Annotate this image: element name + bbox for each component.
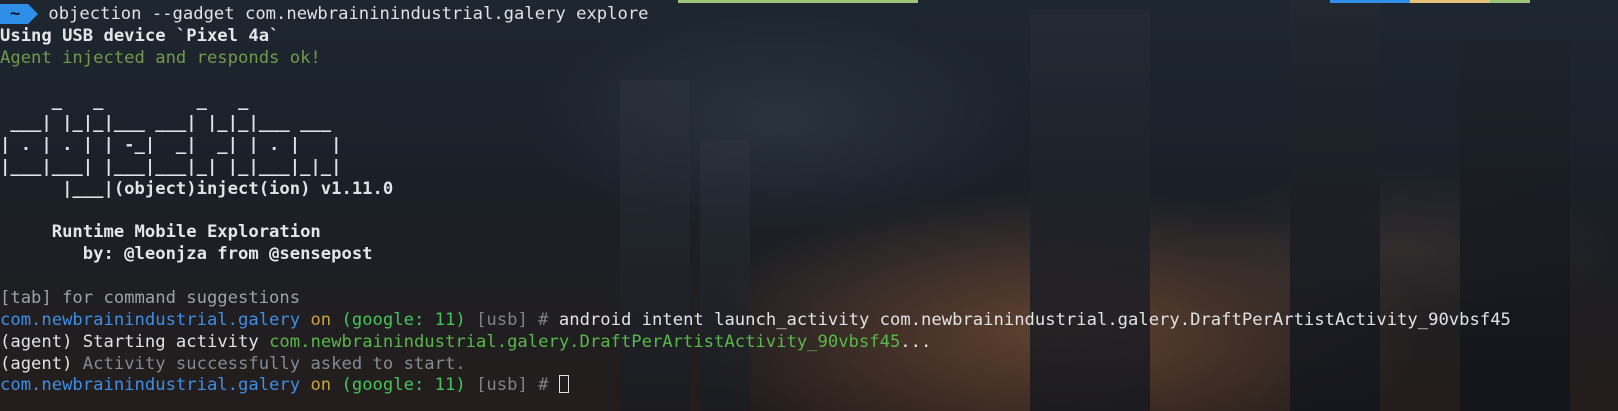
prompt-package-name: com.newbrainindustrial.galery (0, 309, 301, 330)
prompt-package-name: com.newbrainindustrial.galery (0, 375, 301, 396)
prompt-on-label: on (310, 375, 332, 396)
prompt-connection-type: [usb] (476, 375, 528, 396)
tab-indicator-blue (1330, 0, 1410, 3)
agent-status-message: Agent injected and responds ok! (0, 47, 321, 68)
tab-indicator-green (678, 0, 918, 3)
home-directory-badge: ~ (0, 4, 39, 24)
usb-device-message: Using USB device `Pixel 4a` (0, 25, 280, 46)
ellipsis: ... (900, 331, 932, 352)
prompt-device-info: (google: 11) (341, 375, 466, 396)
prompt-connection-type: [usb] (476, 309, 528, 330)
activity-name: com.newbrainindustrial.galery.DraftPerAr… (269, 331, 901, 352)
objection-command: android intent launch_activity com.newbr… (558, 309, 1511, 330)
tab-indicator-green-2 (1490, 0, 1530, 3)
tab-indicator-yellow (1410, 0, 1490, 3)
objection-input-prompt-line[interactable]: com.newbrainindustrial.galery on (google… (0, 375, 1618, 397)
agent-prefix: (agent) (0, 331, 73, 352)
command-hint: [tab] for command suggestions (0, 287, 301, 308)
prompt-hash: # (538, 309, 549, 330)
ascii-banner-line-2: ___| |_|_|___ ___| |_|_|___ ___ (0, 113, 332, 134)
terminal-tab-indicator-bar (0, 0, 1618, 3)
shell-command: objection --gadget com.newbraininindustr… (48, 4, 649, 24)
ascii-banner-version: |___|(object)inject(ion) v1.11.0 (0, 178, 394, 199)
prompt-device-info: (google: 11) (341, 309, 466, 330)
agent-starting-line: (agent) Starting activity com.newbrainin… (0, 332, 1618, 354)
starting-activity-text: Starting activity (82, 331, 259, 352)
terminal-output[interactable]: ~ objection --gadget com.newbraininindust… (0, 4, 1618, 397)
objection-prompt-line: com.newbrainindustrial.galery on (google… (0, 310, 1618, 332)
text-cursor[interactable] (558, 375, 569, 394)
activity-success-text: Activity successfully asked to start. (82, 353, 466, 374)
shell-prompt-line: ~ objection --gadget com.newbraininindust… (0, 4, 1618, 26)
banner-subtitle: Runtime Mobile Exploration (0, 222, 321, 243)
ascii-banner-line-3: | . | . | | -_| _| _| | . | | (0, 135, 342, 156)
ascii-banner-line-1: _ _ _ _ (0, 91, 249, 112)
banner-author: by: @leonjza from @sensepost (0, 244, 373, 265)
agent-success-line: (agent) Activity successfully asked to s… (0, 354, 1618, 376)
ascii-banner-line-4: |___|___| |___|___|_| |_|___|_|_| (0, 156, 342, 177)
prompt-on-label: on (310, 309, 332, 330)
agent-prefix: (agent) (0, 353, 73, 374)
prompt-hash: # (538, 375, 549, 396)
